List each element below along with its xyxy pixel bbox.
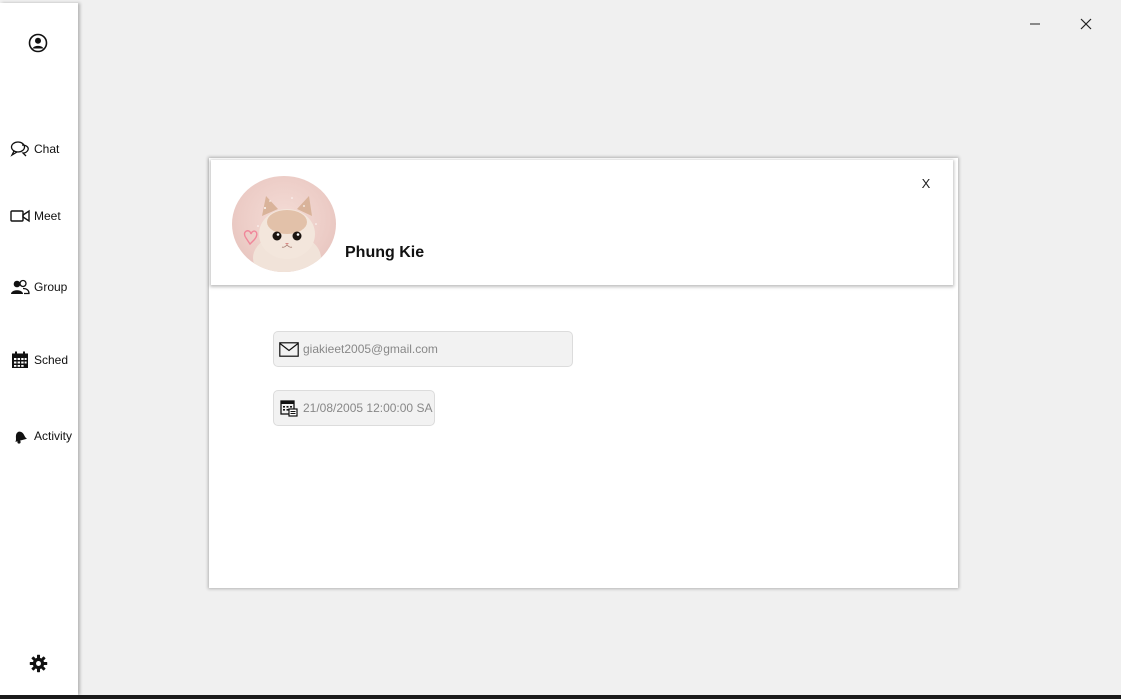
user-circle-icon (28, 33, 48, 53)
profile-button[interactable] (27, 32, 49, 54)
minimize-button[interactable] (1023, 13, 1047, 35)
group-icon (10, 278, 30, 296)
minimize-icon (1030, 23, 1040, 25)
sidebar-item-label: Group (34, 280, 68, 294)
close-icon (1080, 18, 1092, 30)
sidebar-item-activity[interactable]: Activity (10, 427, 72, 445)
sidebar-item-sched[interactable]: Sched (10, 351, 68, 369)
settings-button[interactable] (28, 653, 48, 673)
calendar-date-icon (278, 397, 300, 419)
sidebar: Chat Meet Group Sched Activity (0, 3, 78, 695)
sidebar-item-meet[interactable]: Meet (10, 207, 61, 225)
profile-card: Phung Kie X giakieet2005@gmail.com 21/08… (209, 158, 958, 588)
sidebar-item-chat[interactable]: Chat (10, 140, 59, 158)
chat-icon (10, 140, 30, 158)
cat-avatar-image (243, 196, 321, 272)
gear-icon (29, 654, 47, 672)
profile-header: Phung Kie X (211, 160, 953, 285)
avatar[interactable] (232, 176, 336, 272)
sidebar-item-label: Chat (34, 142, 60, 156)
envelope-icon (278, 338, 300, 360)
calendar-icon (10, 351, 30, 369)
birthdate-value: 21/08/2005 12:00:00 SA (303, 401, 433, 415)
sidebar-item-label: Sched (34, 353, 69, 367)
video-camera-icon (10, 207, 30, 225)
email-value: giakieet2005@gmail.com (303, 342, 438, 356)
taskbar-strip (0, 695, 1121, 699)
birthdate-field[interactable]: 21/08/2005 12:00:00 SA (273, 390, 435, 426)
close-window-button[interactable] (1074, 13, 1098, 35)
close-profile-button[interactable]: X (919, 176, 933, 194)
sidebar-item-group[interactable]: Group (10, 278, 67, 296)
bell-icon (10, 427, 30, 445)
sidebar-item-label: Activity (34, 429, 73, 443)
email-field[interactable]: giakieet2005@gmail.com (273, 331, 573, 367)
sidebar-item-label: Meet (34, 209, 61, 223)
profile-name: Phung Kie (345, 244, 425, 261)
